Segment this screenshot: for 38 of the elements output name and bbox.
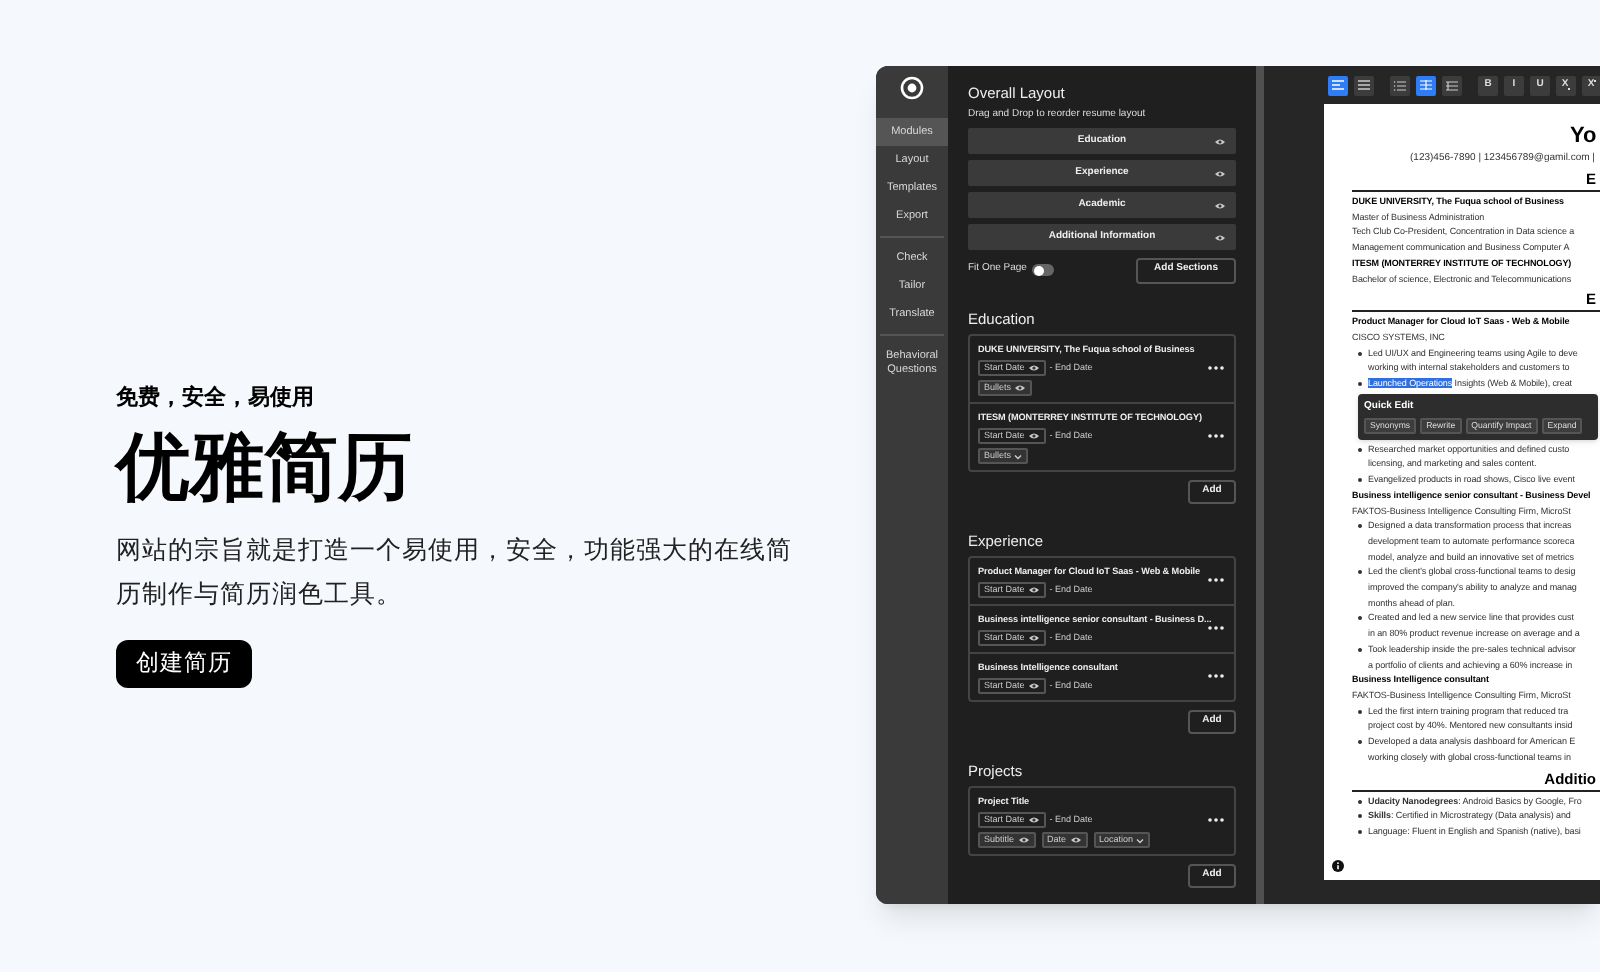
align-justify-icon (1354, 75, 1374, 95)
format-button[interactable] (1442, 75, 1462, 95)
eye-icon (1214, 137, 1226, 145)
eye-icon (1214, 169, 1226, 177)
scrollbar[interactable] (1256, 66, 1264, 904)
columns-icon (1416, 75, 1436, 95)
format-button[interactable] (1328, 75, 1348, 95)
eye-icon (1027, 682, 1040, 690)
logo-icon (900, 76, 924, 100)
more-icon[interactable] (1208, 578, 1224, 583)
eye-icon (1027, 432, 1040, 440)
eye-icon (1027, 586, 1040, 594)
more-icon[interactable] (1208, 674, 1224, 679)
tagline: 免费，安全，易使用 (116, 384, 314, 412)
hero-description: 网站的宗旨就是打造一个易使用，安全，功能强大的在线简历制作与简历润色工具。 (116, 534, 794, 612)
eye-icon (1027, 364, 1040, 372)
eye-icon (1014, 384, 1027, 392)
eye-icon (1069, 836, 1082, 844)
eye-icon (1017, 836, 1030, 844)
more-icon[interactable] (1208, 433, 1224, 438)
more-icon[interactable] (1208, 365, 1224, 370)
format-button[interactable] (1354, 75, 1374, 95)
more-icon[interactable] (1208, 817, 1224, 822)
resume-name: Yo (1570, 122, 1597, 150)
eye-icon (1027, 816, 1040, 824)
format-button[interactable] (1416, 75, 1436, 95)
eye-icon (1214, 233, 1226, 241)
chevron-icon (1136, 837, 1145, 843)
info-icon (1332, 860, 1344, 872)
eye-icon (1214, 201, 1226, 209)
more-icon[interactable] (1208, 626, 1224, 631)
align-left-icon (1328, 75, 1348, 95)
chevron-icon (1014, 453, 1023, 459)
eye-icon (1027, 634, 1040, 642)
hero-title: 优雅简历 (116, 424, 412, 512)
fit-one-page-toggle[interactable] (1032, 264, 1055, 276)
rows-icon (1442, 75, 1462, 95)
create-resume-button[interactable]: 创建简历 (116, 640, 252, 688)
